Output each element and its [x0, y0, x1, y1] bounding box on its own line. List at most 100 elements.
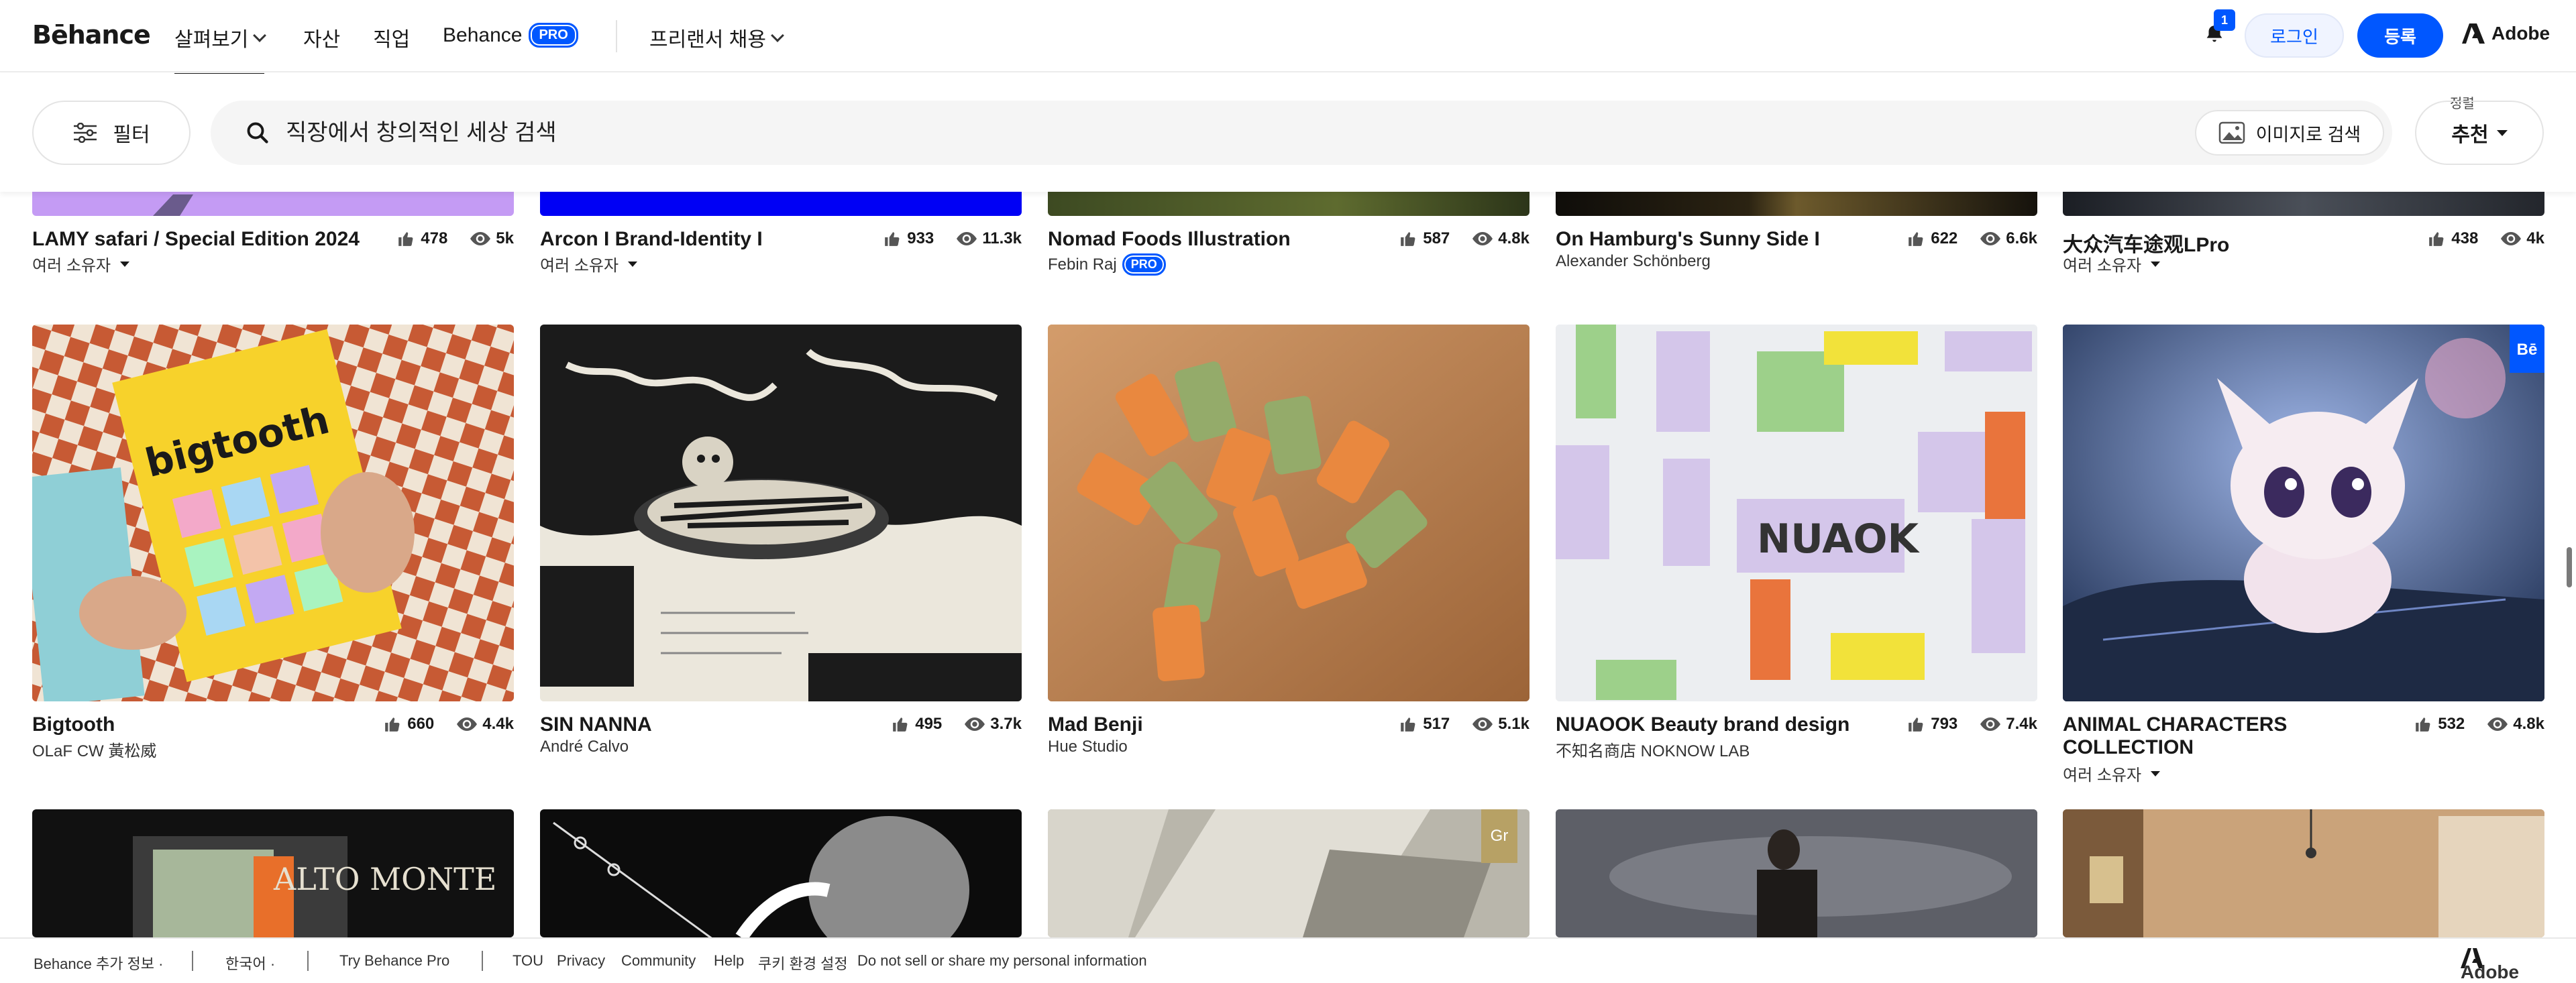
svg-text:NUAOK: NUAOK: [1757, 516, 1921, 563]
project-title-line2[interactable]: COLLECTION: [2063, 736, 2194, 759]
project-thumbnail[interactable]: Gr: [1048, 809, 1529, 937]
nav-jobs-label: 직업: [373, 29, 411, 51]
footer-link-tou[interactable]: TOU: [513, 952, 543, 970]
footer-link-community[interactable]: Community: [621, 952, 696, 970]
sort-dropdown[interactable]: 추천: [2415, 101, 2544, 165]
project-title[interactable]: Nomad Foods Illustration: [1048, 228, 1291, 251]
owner-name: 여러 소유자: [2063, 257, 2142, 275]
nav-assets[interactable]: 자산: [303, 23, 340, 52]
project-card[interactable]: NUAOK NUAOOK Beauty brand design 793 7.4…: [1556, 325, 2037, 780]
project-owner[interactable]: 여러 소유자: [2063, 762, 2161, 785]
project-card[interactable]: Mad Benji 517 5.1k Hue Studio: [1048, 325, 1529, 780]
project-title[interactable]: ANIMAL CHARACTERS: [2063, 713, 2287, 736]
project-stats: 587 4.8k: [1399, 229, 1529, 248]
thumbnail-art: [553, 816, 969, 937]
project-title[interactable]: NUAOOK Beauty brand design: [1556, 713, 1849, 736]
project-card[interactable]: On Hamburg's Sunny Side I 622 6.6k Alexa…: [1556, 181, 2037, 282]
project-title[interactable]: Mad Benji: [1048, 713, 1143, 736]
footer-divider: [307, 951, 309, 971]
view-count: 4.4k: [482, 715, 514, 733]
adobe-link[interactable]: Adobe: [2462, 23, 2550, 44]
search-input[interactable]: [286, 113, 2164, 153]
view-count: 4.8k: [2513, 715, 2544, 733]
project-thumbnail[interactable]: [1556, 809, 2037, 937]
project-card[interactable]: Arcon I Brand-Identity I 933 11.3k 여러 소유…: [540, 181, 1022, 282]
like-count: 495: [915, 715, 943, 733]
login-button[interactable]: 로그인: [2245, 13, 2344, 58]
project-thumbnail[interactable]: NUAOK: [1556, 325, 2037, 701]
like-count: 438: [2451, 229, 2479, 247]
project-owner[interactable]: 不知名商店 NOKNOW LAB: [1556, 738, 1750, 761]
thumbs-up-icon: [893, 717, 908, 732]
nav-hire-freelancers[interactable]: 프리랜서 채용: [649, 23, 784, 52]
project-title[interactable]: LAMY safari / Special Edition 2024: [32, 228, 360, 251]
footer-link-do-not-sell[interactable]: Do not sell or share my personal informa…: [857, 952, 1147, 970]
project-card[interactable]: SIN NANNA 495 3.7k André Calvo: [540, 325, 1022, 780]
footer-link-help[interactable]: Help: [714, 952, 744, 970]
project-title[interactable]: Arcon I Brand-Identity I: [540, 228, 763, 251]
footer-divider: [482, 951, 483, 971]
view-count: 6.6k: [2006, 229, 2037, 247]
thumbnail-art: [540, 325, 1022, 701]
scrollbar-thumb[interactable]: [2567, 547, 2572, 587]
footer-adobe-link[interactable]: Adobe: [2461, 948, 2519, 982]
project-owner[interactable]: 여러 소유자: [540, 252, 638, 276]
project-thumbnail[interactable]: Bē: [2063, 325, 2544, 701]
image-search-label: 이미지로 검색: [2255, 124, 2361, 145]
nav-assets-label: 자산: [303, 29, 341, 51]
image-search-button[interactable]: 이미지로 검색: [2195, 110, 2384, 156]
project-owner[interactable]: Febin Raj PRO: [1048, 253, 1166, 276]
nav-explore-label: 살펴보기: [174, 29, 249, 51]
owner-name: André Calvo: [540, 738, 629, 756]
project-title[interactable]: Bigtooth: [32, 713, 115, 736]
eye-icon: [470, 232, 491, 245]
project-owner[interactable]: Hue Studio: [1048, 738, 1128, 756]
project-thumbnail[interactable]: ALTO MONTE: [32, 809, 514, 937]
project-title[interactable]: On Hamburg's Sunny Side I: [1556, 228, 1820, 251]
project-thumbnail[interactable]: [2063, 809, 2544, 937]
footer-adobe-label: Adobe: [2461, 962, 2520, 982]
signup-button[interactable]: 등록: [2357, 13, 2443, 58]
footer-link-cookies[interactable]: 쿠키 환경 설정: [758, 952, 848, 974]
behance-logo[interactable]: Bēhance: [32, 20, 151, 50]
thumbs-up-icon: [1909, 717, 1923, 732]
project-card[interactable]: Bē ANIMAL CHARACTERS COLLECTION 532 4.8k…: [2063, 325, 2544, 794]
project-owner[interactable]: André Calvo: [540, 738, 629, 756]
nav-behance-pro[interactable]: Behance PRO: [443, 23, 578, 48]
owner-name: 여러 소유자: [2063, 766, 2142, 785]
nav-divider: [616, 20, 617, 52]
project-owner[interactable]: Alexander Schönberg: [1556, 252, 1711, 271]
footer-try-pro[interactable]: Try Behance Pro: [339, 952, 449, 970]
thumbnail-art: [1556, 809, 2037, 937]
project-owner[interactable]: 여러 소유자: [32, 252, 130, 276]
view-count: 5k: [496, 229, 514, 247]
project-card[interactable]: LAMY safari / Special Edition 2024 478 5…: [32, 181, 514, 282]
search-icon: [247, 122, 268, 143]
project-thumbnail[interactable]: [1048, 325, 1529, 701]
svg-text:ALTO MONTE: ALTO MONTE: [273, 861, 496, 897]
eye-icon: [457, 717, 478, 731]
filter-search-bar: 필터 이미지로 검색 정렬 추천: [0, 74, 2576, 192]
project-owner[interactable]: OLaF CW 黃松威: [32, 738, 156, 761]
project-thumbnail[interactable]: [540, 809, 1022, 937]
thumbnail-art: ALTO MONTE: [133, 836, 496, 937]
project-title[interactable]: SIN NANNA: [540, 713, 652, 736]
project-owner[interactable]: 여러 소유자: [2063, 252, 2161, 276]
owner-pro-badge: PRO: [1122, 253, 1166, 276]
project-thumbnail[interactable]: [540, 325, 1022, 701]
footer-language[interactable]: 한국어 ·: [225, 952, 275, 974]
owner-name: 여러 소유자: [32, 257, 111, 275]
thumbnail-art: [1048, 809, 1529, 937]
footer-link-privacy[interactable]: Privacy: [557, 952, 605, 970]
behance-featured-badge: Bē: [2510, 325, 2544, 373]
project-card[interactable]: 大众汽车途观LPro 438 4k 여러 소유자: [2063, 181, 2544, 282]
project-card[interactable]: bigtooth Bigtooth 660 4.4k OLaF CW 黃松威: [32, 325, 514, 780]
nav-explore[interactable]: 살펴보기: [174, 23, 267, 76]
footer-more-info[interactable]: Behance 추가 정보 ·: [34, 952, 164, 974]
footer-language-label: 한국어: [225, 956, 266, 972]
adobe-label: Adobe: [2491, 23, 2551, 44]
filter-button[interactable]: 필터: [32, 101, 191, 165]
project-card[interactable]: Nomad Foods Illustration 587 4.8k Febin …: [1048, 181, 1529, 282]
project-thumbnail[interactable]: bigtooth: [32, 325, 514, 701]
nav-jobs[interactable]: 직업: [373, 23, 410, 52]
